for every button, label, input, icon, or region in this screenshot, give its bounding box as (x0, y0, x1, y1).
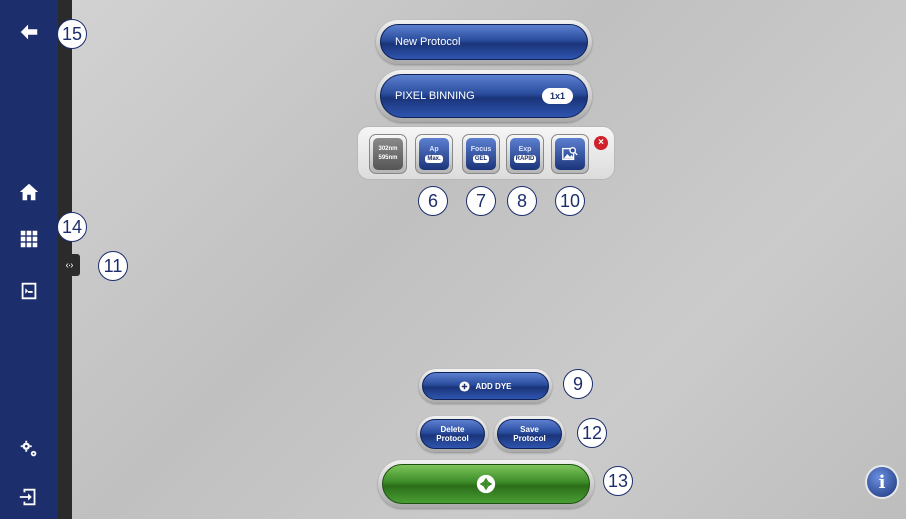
callout-13: 13 (603, 466, 633, 496)
delete-protocol-button[interactable]: Delete Protocol (420, 419, 485, 449)
delete-protocol-line2: Protocol (436, 434, 469, 443)
callout-11: 11 (98, 251, 128, 281)
wavelength-tool-face: 302nm 595nm (373, 138, 403, 170)
sidebar-collapse-handle[interactable]: ‹·› (58, 254, 80, 276)
aperture-value: Max. (425, 154, 443, 163)
save-protocol-button[interactable]: Save Protocol (497, 419, 562, 449)
callout-6: 6 (418, 186, 448, 216)
add-dye-button[interactable]: ADD DYE (422, 372, 549, 400)
exposure-label: Exp (518, 145, 532, 153)
save-protocol-line2: Protocol (513, 434, 546, 443)
callout-10: 10 (555, 186, 585, 216)
callout-14: 14 (57, 212, 87, 242)
focus-value: GEL (472, 154, 490, 163)
aperture-tool[interactable]: Ap Max. (415, 134, 453, 174)
callout-9: 9 (563, 369, 593, 399)
pixel-binning-frame: PIXEL BINNING 1x1 (376, 70, 592, 122)
wavelength-bottom: 595nm (378, 155, 398, 161)
save-protocol-frame: Save Protocol (494, 416, 565, 452)
settings-gears-icon[interactable] (17, 437, 41, 461)
image-editor-icon[interactable] (17, 279, 41, 303)
delete-protocol-line1: Delete (440, 425, 465, 434)
pixel-binning-value: 1x1 (541, 88, 573, 104)
exposure-value: RAPID (513, 154, 537, 163)
focus-tool[interactable]: Focus GEL (462, 134, 500, 174)
image-preview-tool-face (555, 138, 585, 170)
callout-15: 15 (57, 19, 87, 49)
tool-panel: 302nm 595nm Ap Max. Focus GEL Exp RAPID (357, 126, 615, 180)
add-dye-frame: ADD DYE (419, 369, 552, 403)
focus-label: Focus (470, 145, 492, 153)
exposure-tool[interactable]: Exp RAPID (506, 134, 544, 174)
close-tools-icon[interactable]: × (594, 136, 608, 150)
back-arrow-icon[interactable] (17, 20, 41, 44)
add-dye-label: ADD DYE (475, 381, 512, 391)
callout-7: 7 (466, 186, 496, 216)
wavelength-top: 302nm (378, 146, 398, 152)
home-icon[interactable] (17, 180, 41, 204)
image-search-icon (562, 147, 578, 161)
save-protocol-line1: Save (520, 425, 539, 434)
focus-tool-face: Focus GEL (466, 138, 496, 170)
capture-frame (378, 460, 594, 508)
protocol-name-field[interactable]: New Protocol (380, 24, 588, 60)
callout-12: 12 (577, 418, 607, 448)
grid-icon[interactable] (17, 227, 41, 251)
wavelength-tool[interactable]: 302nm 595nm (369, 134, 407, 174)
callout-8: 8 (507, 186, 537, 216)
protocol-name-text: New Protocol (395, 36, 461, 48)
logout-icon[interactable] (17, 485, 41, 509)
capture-button[interactable] (382, 464, 590, 504)
protocol-name-frame: New Protocol (376, 20, 592, 64)
info-button[interactable]: i (865, 465, 899, 499)
pixel-binning-label: PIXEL BINNING (395, 90, 475, 102)
exposure-tool-face: Exp RAPID (510, 138, 540, 170)
plus-circle-icon (459, 380, 471, 392)
aperture-label: Ap (429, 145, 439, 153)
delete-protocol-frame: Delete Protocol (417, 416, 488, 452)
image-preview-tool[interactable] (551, 134, 589, 174)
shutter-icon (476, 474, 496, 494)
pixel-binning-button[interactable]: PIXEL BINNING 1x1 (380, 74, 588, 118)
aperture-tool-face: Ap Max. (419, 138, 449, 170)
